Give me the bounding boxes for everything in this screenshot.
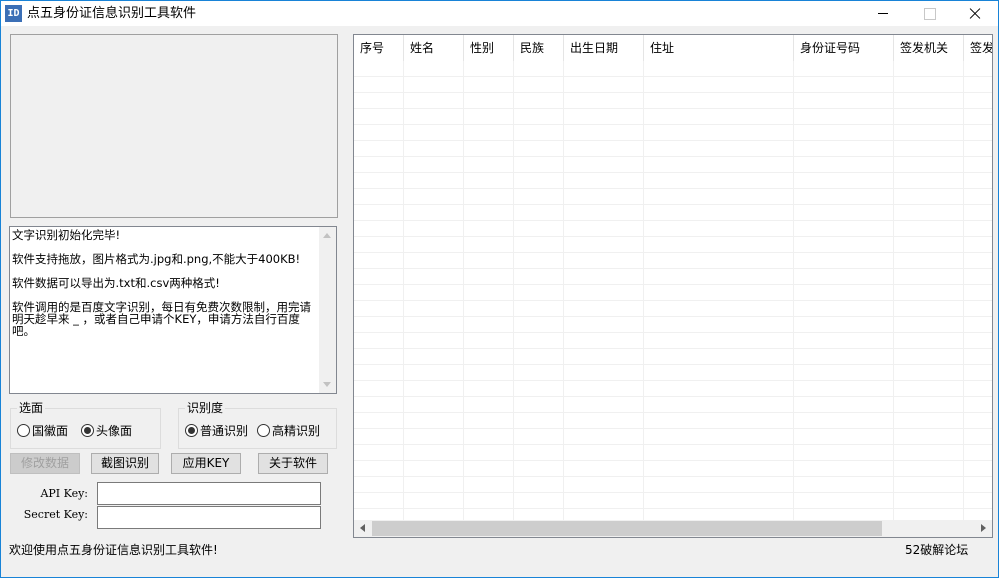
log-line: 软件数据可以导出为.txt和.csv两种格式! xyxy=(12,276,220,290)
side-selector-legend: 选面 xyxy=(17,400,46,416)
radio-emblem-side[interactable]: 国徽面 xyxy=(17,424,68,438)
accuracy-selector-group: 识别度 普通识别 高精识别 xyxy=(178,400,337,449)
modify-data-button[interactable]: 修改数据 xyxy=(10,453,80,474)
api-key-input[interactable] xyxy=(97,482,321,505)
radio-normal-accuracy[interactable]: 普通识别 xyxy=(185,424,248,438)
radio-label: 国徽面 xyxy=(32,424,69,438)
radio-checked-icon xyxy=(81,424,94,437)
scroll-down-icon[interactable] xyxy=(323,382,332,387)
radio-label: 头像面 xyxy=(96,424,133,438)
grid-body[interactable] xyxy=(354,61,992,521)
scroll-left-icon[interactable] xyxy=(360,524,365,533)
column-header[interactable]: 性别 xyxy=(464,35,514,61)
radio-label: 高精识别 xyxy=(272,424,321,438)
status-brand: 52破解论坛 xyxy=(905,543,969,557)
column-header[interactable]: 住址 xyxy=(644,35,794,61)
radio-circle-icon xyxy=(257,424,270,437)
column-header[interactable]: 民族 xyxy=(514,35,564,61)
radio-high-accuracy[interactable]: 高精识别 xyxy=(257,424,320,438)
column-divider xyxy=(963,61,964,521)
column-divider xyxy=(643,61,644,521)
minimize-icon[interactable] xyxy=(860,1,906,26)
apply-key-button[interactable]: 应用KEY xyxy=(171,453,241,474)
log-vertical-scrollbar[interactable] xyxy=(319,227,336,393)
log-line: 软件支持拖放，图片格式为.jpg和.png,不能大于400KB! xyxy=(12,252,301,266)
maximize-icon[interactable] xyxy=(906,1,952,26)
screenshot-recognize-button[interactable]: 截图识别 xyxy=(91,453,159,474)
scrollbar-thumb[interactable] xyxy=(372,521,882,536)
scroll-right-icon[interactable] xyxy=(981,524,986,533)
side-selector-group: 选面 国徽面 头像面 xyxy=(10,400,161,449)
column-divider xyxy=(513,61,514,521)
status-message: 欢迎使用点五身份证信息识别工具软件! xyxy=(9,543,218,557)
secret-key-label: Secret Key: xyxy=(23,508,88,521)
column-header[interactable]: 序号 xyxy=(354,35,404,61)
image-preview-area[interactable] xyxy=(10,34,338,218)
accuracy-selector-legend: 识别度 xyxy=(185,400,226,416)
title-bar[interactable]: ID 点五身份证信息识别工具软件 xyxy=(1,1,998,26)
log-line: 文字识别初始化完毕! xyxy=(12,228,121,242)
column-header[interactable]: 签发 xyxy=(964,35,992,61)
secret-key-input[interactable] xyxy=(97,506,321,529)
scroll-up-icon[interactable] xyxy=(323,233,332,238)
radio-label: 普通识别 xyxy=(200,424,249,438)
id-data-grid[interactable]: 序号 姓名 性别 民族 出生日期 住址 身份证号码 签发机关 签发 xyxy=(353,34,993,538)
column-header[interactable]: 姓名 xyxy=(404,35,464,61)
radio-checked-icon xyxy=(185,424,198,437)
column-divider xyxy=(563,61,564,521)
api-key-label: API Key: xyxy=(40,487,88,500)
column-divider xyxy=(463,61,464,521)
close-icon[interactable] xyxy=(952,1,998,26)
column-divider xyxy=(893,61,894,521)
column-divider xyxy=(793,61,794,521)
log-textbox[interactable]: 文字识别初始化完毕! 软件支持拖放，图片格式为.jpg和.png,不能大于400… xyxy=(9,226,337,394)
column-header[interactable]: 身份证号码 xyxy=(794,35,894,61)
grid-horizontal-scrollbar[interactable] xyxy=(354,520,992,537)
grid-header: 序号 姓名 性别 民族 出生日期 住址 身份证号码 签发机关 签发 xyxy=(354,35,992,61)
radio-portrait-side[interactable]: 头像面 xyxy=(81,424,132,438)
window-title: 点五身份证信息识别工具软件 xyxy=(27,6,197,21)
column-divider xyxy=(403,61,404,521)
radio-circle-icon xyxy=(17,424,30,437)
about-software-button[interactable]: 关于软件 xyxy=(258,453,328,474)
log-text: 文字识别初始化完毕! 软件支持拖放，图片格式为.jpg和.png,不能大于400… xyxy=(12,229,319,337)
column-header[interactable]: 出生日期 xyxy=(564,35,644,61)
column-header[interactable]: 签发机关 xyxy=(894,35,964,61)
app-id-icon: ID xyxy=(5,5,22,22)
log-line: 软件调用的是百度文字识别，每日有免费次数限制，用完请明天趁早来 _ ，或者自己申… xyxy=(12,300,311,338)
